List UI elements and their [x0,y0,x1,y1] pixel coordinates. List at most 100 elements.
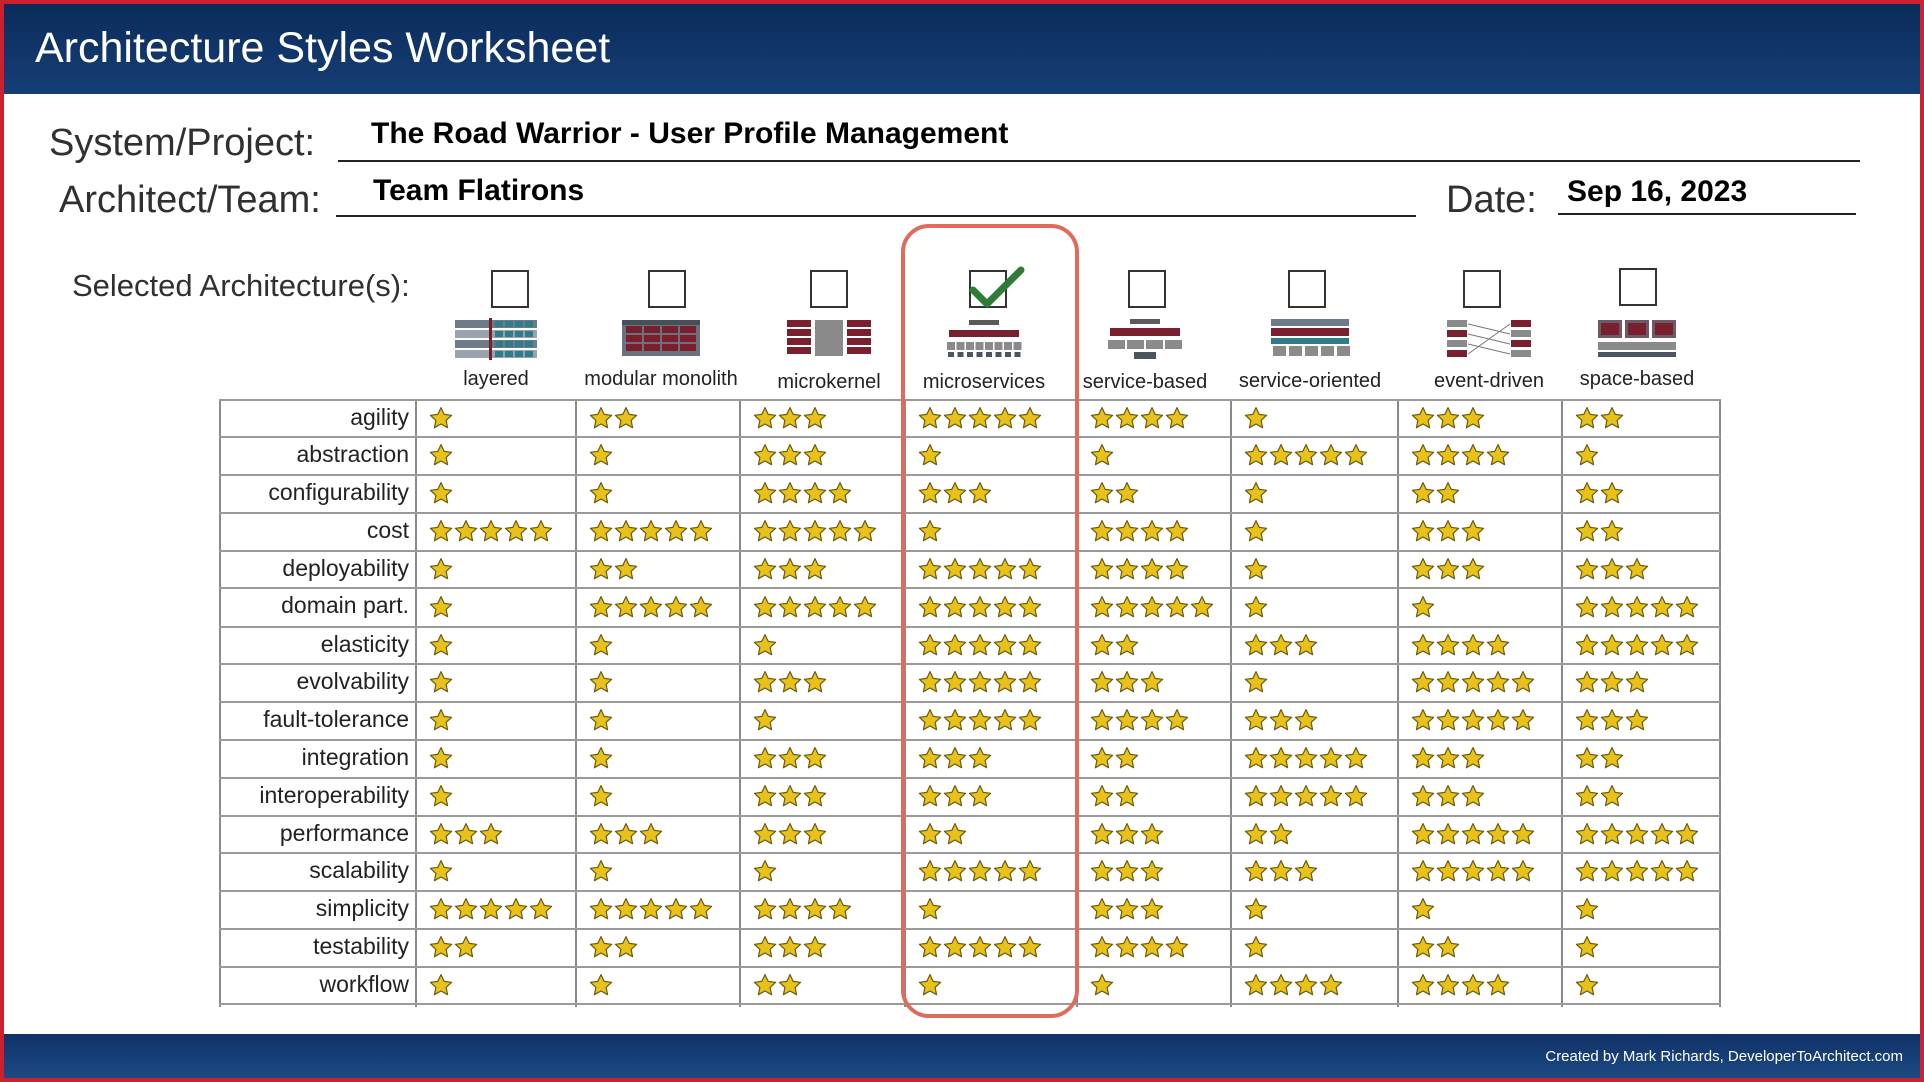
microkernel-checkbox[interactable] [810,270,848,308]
star-icon [1600,520,1624,542]
star-rating [753,557,827,581]
star-icon [1090,709,1114,731]
rating-performance-event-driven [1411,815,1535,852]
star-rating [429,519,553,543]
star-icon [1436,520,1460,542]
star-icon [429,595,453,617]
star-icon [1675,860,1699,882]
architect-team-field[interactable]: Team Flatirons [373,174,584,208]
rating-agility-event-driven [1411,399,1485,436]
star-icon [1090,860,1114,882]
star-icon [1486,633,1510,655]
star-icon [1090,898,1114,920]
event-driven-checkbox[interactable] [1463,270,1501,308]
star-rating [1575,746,1624,770]
star-rating [1244,633,1318,657]
star-icon [429,671,453,693]
rating-abstraction-space-based [1575,436,1599,474]
star-icon [828,898,852,920]
system-project-field[interactable]: The Road Warrior - User Profile Manageme… [371,117,1008,151]
space-based-checkbox[interactable] [1619,268,1657,306]
star-icon [589,671,613,693]
star-icon [1461,785,1485,807]
star-icon [1436,633,1460,655]
star-icon [479,520,503,542]
event-driven-column-label: event-driven [1433,370,1545,392]
star-rating [1411,746,1485,770]
star-icon [803,595,827,617]
star-icon [1269,822,1293,844]
star-icon [429,406,453,428]
rating-abstraction-event-driven [1411,436,1510,474]
star-icon [1575,747,1599,769]
star-icon [1244,822,1268,844]
criterion-label-configurability: configurability [268,479,409,505]
modular-monolith-checkbox[interactable] [648,270,686,308]
star-rating [1090,784,1139,808]
star-icon [1625,671,1649,693]
star-rating [1411,973,1510,997]
star-icon [1575,671,1599,693]
star-icon [1461,671,1485,693]
star-icon [1090,520,1114,542]
rating-testability-event-driven [1411,928,1460,966]
star-icon [1436,709,1460,731]
rating-configurability-modular-monolith [589,474,613,512]
star-icon [1600,860,1624,882]
star-icon [1090,671,1114,693]
rating-performance-service-oriented [1244,815,1293,852]
star-icon [1319,974,1343,996]
rating-performance-layered [429,815,503,852]
star-rating [753,633,777,657]
star-icon [1269,860,1293,882]
star-icon [828,482,852,504]
rating-scalability-service-oriented [1244,852,1318,890]
star-icon [1575,595,1599,617]
star-rating [1575,557,1649,581]
star-icon [1165,557,1189,579]
service-based-checkbox[interactable] [1128,270,1166,308]
layered-checkbox[interactable] [491,270,529,308]
star-rating [1575,443,1599,467]
star-rating [753,784,827,808]
star-rating [1575,519,1624,543]
rating-integration-layered [429,739,453,777]
date-label: Date: [1446,179,1537,221]
star-icon [1140,822,1164,844]
star-icon [1244,671,1268,693]
star-rating [589,897,713,921]
star-rating [1244,708,1318,732]
star-icon [1090,747,1114,769]
rating-simplicity-service-oriented [1244,890,1268,928]
rating-domain-part-event-driven [1411,587,1435,626]
rating-testability-modular-monolith [589,928,638,966]
star-icon [753,709,777,731]
star-icon [1115,747,1139,769]
event-driven-diagram-icon [1447,320,1531,357]
rating-deployability-layered [429,550,453,587]
star-rating [1244,481,1268,505]
service-oriented-checkbox[interactable] [1288,270,1326,308]
star-icon [1165,520,1189,542]
star-rating [1411,935,1460,959]
rating-workflow-layered [429,966,453,1004]
star-icon [753,444,777,466]
rating-scalability-space-based [1575,852,1699,890]
star-icon [1115,482,1139,504]
star-icon [529,520,553,542]
service-oriented-diagram-icon [1271,319,1350,356]
star-icon [429,633,453,655]
star-icon [828,520,852,542]
date-field[interactable]: Sep 16, 2023 [1567,175,1747,209]
star-rating [429,557,453,581]
rating-simplicity-microkernel [753,890,852,928]
star-icon [1461,822,1485,844]
star-icon [1575,974,1599,996]
star-icon [1090,595,1114,617]
criterion-label-domain-part: domain part. [281,592,409,618]
star-icon [1115,936,1139,958]
rating-fault-tolerance-event-driven [1411,701,1535,739]
rating-testability-service-based [1090,928,1189,966]
star-icon [1165,936,1189,958]
star-icon [614,595,638,617]
